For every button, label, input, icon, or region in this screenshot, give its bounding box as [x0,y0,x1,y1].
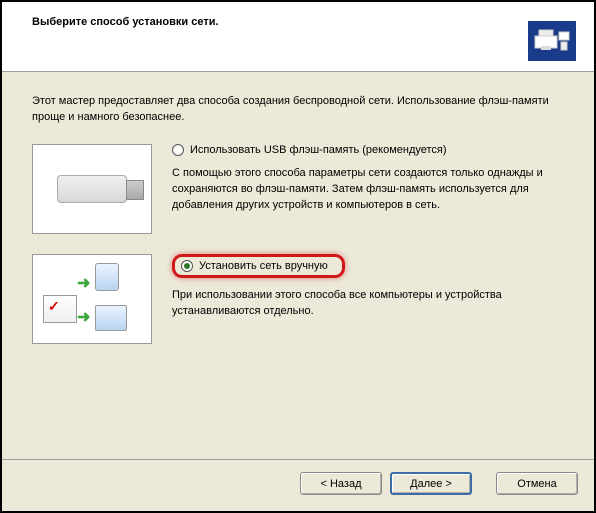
option-manual-body: Установить сеть вручную При использовани… [172,254,564,320]
computer-icon [95,305,127,331]
manual-description: При использовании этого способа все комп… [172,288,564,320]
printer-network-icon [528,21,576,61]
back-button[interactable]: < Назад [300,472,382,495]
radio-manual[interactable]: Установить сеть вручную [172,254,345,278]
option-usb-body: Использовать USB флэш-память (рекомендуе… [172,144,564,214]
radio-manual-label: Установить сеть вручную [199,260,328,272]
radio-manual-input[interactable] [181,260,193,272]
dialog-title: Выберите способ установки сети. [32,16,219,28]
option-manual-row: ➜ ➜ Установить сеть вручную При использо… [32,254,564,344]
options-container: Использовать USB флэш-память (рекомендуе… [32,144,564,344]
usb-drive-icon [57,175,127,203]
dialog-content: Этот мастер предоставляет два способа со… [2,72,594,459]
manual-setup-image: ➜ ➜ [32,254,152,344]
radio-usb-input[interactable] [172,144,184,156]
usb-description: С помощью этого способа параметры сети с… [172,166,564,214]
device-icon [95,263,119,291]
cancel-button[interactable]: Отмена [496,472,578,495]
radio-usb[interactable]: Использовать USB флэш-память (рекомендуе… [172,144,564,156]
intro-text: Этот мастер предоставляет два способа со… [32,94,564,126]
dialog-header: Выберите способ установки сети. [2,2,594,72]
arrow-icon: ➜ [77,273,90,293]
usb-flash-image [32,144,152,234]
wizard-dialog: Выберите способ установки сети. Этот мас… [2,2,594,511]
next-button[interactable]: Далее > [390,472,472,495]
arrow-icon: ➜ [77,307,90,327]
dialog-footer: < Назад Далее > Отмена [2,459,594,511]
radio-usb-label: Использовать USB флэш-память (рекомендуе… [190,144,447,156]
checklist-icon [43,295,77,323]
option-usb-row: Использовать USB флэш-память (рекомендуе… [32,144,564,234]
